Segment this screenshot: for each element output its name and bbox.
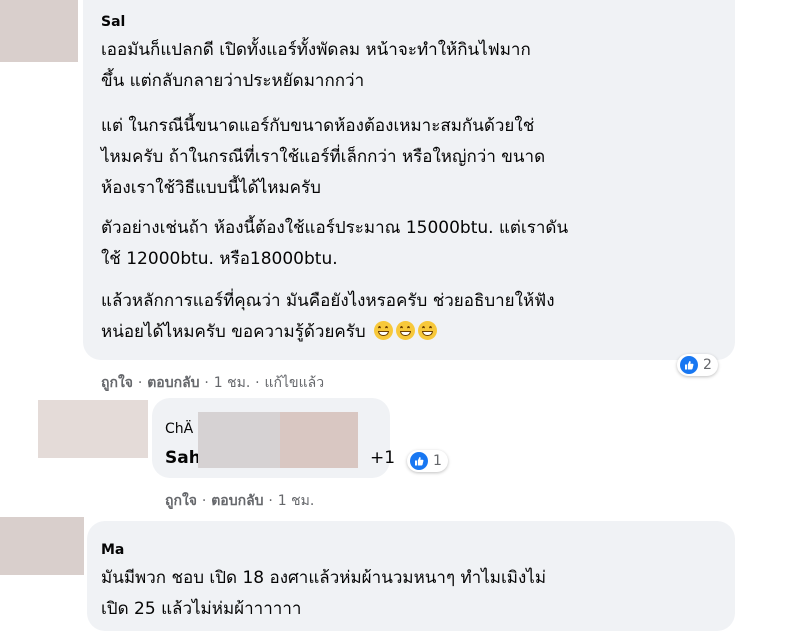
reply-extra: +1 — [370, 448, 396, 468]
like-icon — [680, 356, 698, 374]
timestamp-link[interactable]: 1 ชม. — [214, 375, 251, 391]
blurred-mention — [198, 412, 280, 468]
text-line: แต่ ในกรณีนี้ขนาดแอร์กับขนาดห้องต้องเหมา… — [101, 116, 535, 136]
avatar[interactable] — [38, 400, 148, 458]
text-line: มันมีพวก ชอบ เปิด 18 องศาแล้วห่มผ้านวมหน… — [101, 568, 547, 588]
like-link[interactable]: ถูกใจ — [101, 375, 133, 391]
reaction-count: 1 — [433, 453, 442, 469]
text-line: ขึ้น แต่กลับกลายว่าประหยัดมากกว่า — [101, 71, 365, 91]
reaction-count-badge[interactable]: 1 — [407, 450, 448, 472]
text-line: ใช้ 12000btu. หรือ18000btu. — [101, 249, 338, 269]
reaction-count-badge[interactable]: 2 — [677, 354, 718, 376]
blurred-mention — [280, 412, 358, 468]
avatar[interactable] — [0, 517, 84, 575]
edited-label: แก้ไขแล้ว — [264, 375, 325, 391]
separator: · — [201, 493, 207, 509]
grinning-face-icon — [396, 321, 416, 340]
reply-author[interactable]: ChÄ — [165, 421, 193, 437]
comment-author[interactable]: Sal — [101, 14, 125, 30]
text-line: ไหมครับ ถ้าในกรณีที่เราใช้แอร์ที่เล็กกว่… — [101, 147, 546, 167]
like-icon — [410, 452, 428, 470]
text-line: แล้วหลักการแอร์ที่คุณว่า มันคือยังไงหรอค… — [101, 291, 555, 311]
like-link[interactable]: ถูกใจ — [165, 493, 197, 509]
reply-link[interactable]: ตอบกลับ — [211, 493, 263, 509]
avatar[interactable] — [0, 0, 78, 62]
reply-text: Sah — [165, 448, 201, 468]
separator: · — [204, 375, 209, 391]
comment-actions: ถูกใจ · ตอบกลับ · 1 ชม. · แก้ไขแล้ว — [101, 372, 324, 394]
separator: · — [255, 375, 260, 391]
comment-author[interactable]: Ma — [101, 542, 124, 558]
reaction-count: 2 — [703, 357, 712, 373]
text-line: ห้องเราใช้วิธีแบบนี้ได้ไหมครับ — [101, 178, 321, 198]
text-line: ตัวอย่างเช่นถ้า ห้องนี้ต้องใช้แอร์ประมาณ… — [101, 218, 569, 238]
text-line: เปิด 25 แล้วไม่ห่มผ้าาาาาา — [101, 599, 302, 619]
reply-link[interactable]: ตอบกลับ — [147, 375, 199, 391]
reply-actions: ถูกใจ · ตอบกลับ · 1 ชม. — [165, 490, 314, 512]
text-line: เออมันก็แปลกดี เปิดทั้งแอร์ทั้งพัดลม หน้… — [101, 40, 531, 60]
separator: · — [268, 493, 273, 509]
timestamp-link[interactable]: 1 ชม. — [278, 493, 315, 509]
text-line: หน่อยได้ไหมครับ ขอความรู้ด้วยครับ — [101, 322, 366, 342]
text-line-with-emoji: หน่อยได้ไหมครับ ขอความรู้ด้วยครับ — [101, 317, 438, 348]
separator: · — [137, 375, 143, 391]
grinning-face-icon — [374, 321, 394, 340]
grinning-face-icon — [418, 321, 438, 340]
